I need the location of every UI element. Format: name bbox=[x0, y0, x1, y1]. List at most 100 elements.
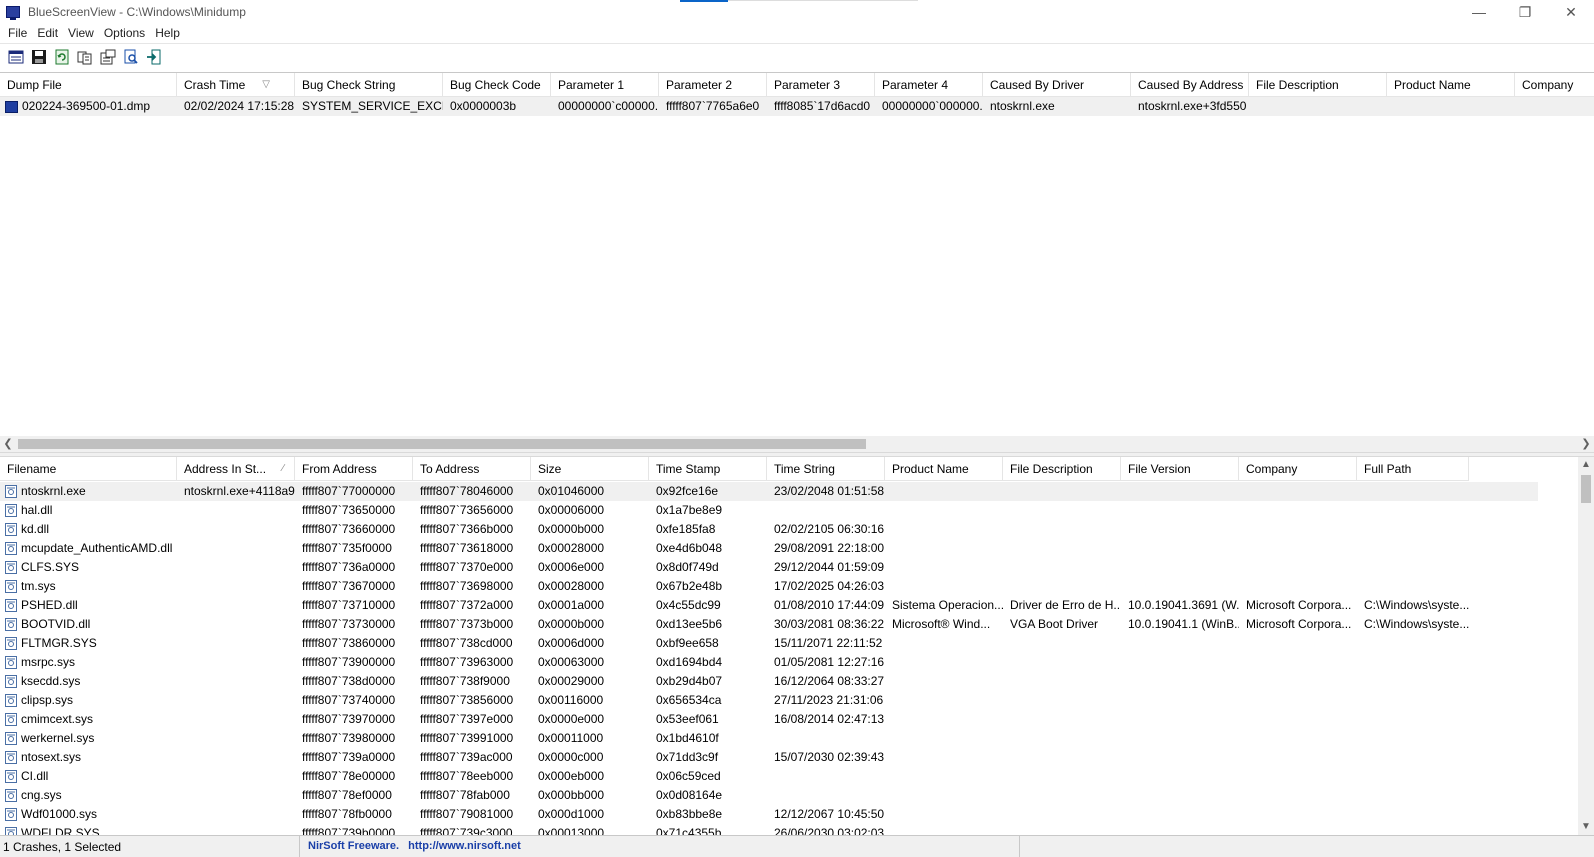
full-path-cell bbox=[1357, 539, 1469, 558]
driver-row[interactable]: werkernel.sys fffff807`73980000 fffff807`7… bbox=[0, 729, 1538, 748]
exit-icon[interactable] bbox=[144, 47, 164, 67]
column-product-name[interactable]: Product Name bbox=[1387, 73, 1515, 97]
driver-row[interactable]: CI.dll fffff807`78e00000 fffff807`78eeb000… bbox=[0, 767, 1538, 786]
horizontal-scroll-thumb[interactable] bbox=[18, 439, 866, 449]
menu-view[interactable]: View bbox=[64, 26, 98, 40]
restore-button[interactable]: ❐ bbox=[1502, 0, 1548, 24]
to-address-cell: fffff807`78fab000 bbox=[420, 788, 510, 802]
column-caused-by-address[interactable]: Caused By Address bbox=[1131, 73, 1249, 97]
driver-filename: WDFLDR.SYS bbox=[21, 826, 100, 835]
driver-row[interactable]: PSHED.dll fffff807`73710000 fffff807`7372a… bbox=[0, 596, 1538, 615]
crash-list[interactable]: Dump File Crash Time ▽ Bug Check String … bbox=[0, 72, 1594, 450]
save-icon[interactable] bbox=[29, 47, 49, 67]
product-name-cell bbox=[885, 520, 1003, 539]
column-time-string[interactable]: Time String bbox=[767, 457, 885, 481]
column-parameter-4[interactable]: Parameter 4 bbox=[875, 73, 983, 97]
filename-cell: ksecdd.sys bbox=[0, 672, 177, 691]
vendor-link[interactable]: http://www.nirsoft.net bbox=[408, 840, 521, 852]
menu-file[interactable]: File bbox=[4, 26, 31, 40]
column-company[interactable]: Company bbox=[1515, 73, 1594, 97]
menu-options[interactable]: Options bbox=[100, 26, 149, 40]
column-time-stamp[interactable]: Time Stamp bbox=[649, 457, 767, 481]
driver-row[interactable]: clipsp.sys fffff807`73740000 fffff807`7385… bbox=[0, 691, 1538, 710]
driver-row[interactable]: Wdf01000.sys fffff807`78fb0000 fffff807`79… bbox=[0, 805, 1538, 824]
driver-row[interactable]: msrpc.sys fffff807`73900000 fffff807`73963… bbox=[0, 653, 1538, 672]
size-cell: 0x00063000 bbox=[538, 655, 605, 669]
horizontal-scrollbar[interactable]: ❮ ❯ bbox=[0, 436, 1594, 452]
column-size[interactable]: Size bbox=[531, 457, 649, 481]
scroll-left-icon[interactable]: ❮ bbox=[0, 436, 16, 452]
column-crash-time[interactable]: Crash Time ▽ bbox=[177, 73, 295, 97]
crash-time-cell: 02/02/2024 17:15:28 bbox=[184, 99, 295, 113]
column-parameter-1[interactable]: Parameter 1 bbox=[551, 73, 659, 97]
from-address-cell: fffff807`73730000 bbox=[302, 617, 396, 631]
column-bug-check-code[interactable]: Bug Check Code bbox=[443, 73, 551, 97]
driver-row[interactable]: ksecdd.sys fffff807`738d0000 fffff807`738f… bbox=[0, 672, 1538, 691]
size-cell: 0x000d1000 bbox=[538, 807, 605, 821]
vendor-label: NirSoft Freeware. bbox=[308, 839, 400, 852]
column-from-address[interactable]: From Address bbox=[295, 457, 413, 481]
driver-row[interactable]: tm.sys fffff807`73670000 fffff807`73698000… bbox=[0, 577, 1538, 596]
column-address-in-stack[interactable]: Address In St... ∕ bbox=[177, 457, 295, 481]
driver-row[interactable]: BOOTVID.dll fffff807`73730000 fffff807`737… bbox=[0, 615, 1538, 634]
advanced-options-icon[interactable] bbox=[98, 47, 118, 67]
column-company[interactable]: Company bbox=[1239, 457, 1357, 481]
driver-row[interactable]: kd.dll fffff807`73660000 fffff807`7366b000… bbox=[0, 520, 1538, 539]
toolbar bbox=[0, 43, 1594, 69]
filename-cell: CI.dll bbox=[0, 767, 177, 786]
driver-list[interactable]: Filename Address In St... ∕ From Address… bbox=[0, 457, 1594, 835]
address-in-stack-cell bbox=[177, 539, 295, 558]
driver-row[interactable]: FLTMGR.SYS fffff807`73860000 fffff807`738c… bbox=[0, 634, 1538, 653]
driver-row[interactable]: cmimcext.sys fffff807`73970000 fffff807`73… bbox=[0, 710, 1538, 729]
column-dump-file[interactable]: Dump File bbox=[0, 73, 177, 97]
file-version-cell bbox=[1121, 824, 1239, 835]
driver-row[interactable]: mcupdate_AuthenticAMD.dll fffff807`735f00… bbox=[0, 539, 1538, 558]
scroll-right-icon[interactable]: ❯ bbox=[1578, 436, 1594, 452]
vertical-scrollbar[interactable]: ▲ ▼ bbox=[1578, 457, 1594, 835]
column-file-version[interactable]: File Version bbox=[1121, 457, 1239, 481]
file-description-cell bbox=[1003, 558, 1121, 577]
column-parameter-3[interactable]: Parameter 3 bbox=[767, 73, 875, 97]
caused-by-driver-cell: ntoskrnl.exe bbox=[990, 99, 1055, 113]
filename-cell: CLFS.SYS bbox=[0, 558, 177, 577]
file-version-cell bbox=[1121, 710, 1239, 729]
file-version-cell bbox=[1121, 748, 1239, 767]
column-caused-by-driver[interactable]: Caused By Driver bbox=[983, 73, 1131, 97]
driver-row[interactable]: WDFLDR.SYS fffff807`739b0000 fffff807`739c… bbox=[0, 824, 1538, 835]
file-version-cell bbox=[1121, 558, 1239, 577]
column-parameter-2[interactable]: Parameter 2 bbox=[659, 73, 767, 97]
column-filename[interactable]: Filename bbox=[0, 457, 177, 481]
size-cell: 0x0000e000 bbox=[538, 712, 605, 726]
column-file-description[interactable]: File Description bbox=[1249, 73, 1387, 97]
scroll-down-icon[interactable]: ▼ bbox=[1578, 819, 1594, 835]
menu-edit[interactable]: Edit bbox=[33, 26, 62, 40]
column-product-name[interactable]: Product Name bbox=[885, 457, 1003, 481]
find-icon[interactable] bbox=[121, 47, 141, 67]
menu-help[interactable]: Help bbox=[151, 26, 184, 40]
minimize-button[interactable]: — bbox=[1456, 0, 1502, 24]
driver-row[interactable]: hal.dll fffff807`73650000 fffff807`7365600… bbox=[0, 501, 1538, 520]
driver-row[interactable]: ntoskrnl.exe ntoskrnl.exe+4118a9 fffff807`… bbox=[0, 482, 1538, 501]
driver-filename: ntosext.sys bbox=[21, 750, 82, 764]
company-cell: Microsoft Corpora... bbox=[1246, 598, 1352, 612]
column-file-description[interactable]: File Description bbox=[1003, 457, 1121, 481]
from-address-cell: fffff807`73660000 bbox=[302, 522, 396, 536]
driver-row[interactable]: CLFS.SYS fffff807`736a0000 fffff807`7370e0… bbox=[0, 558, 1538, 577]
column-to-address[interactable]: To Address bbox=[413, 457, 531, 481]
driver-row[interactable]: cng.sys fffff807`78ef0000 fffff807`78fab00… bbox=[0, 786, 1538, 805]
close-button[interactable]: ✕ bbox=[1548, 0, 1594, 24]
company-cell bbox=[1239, 729, 1357, 748]
copy-icon[interactable] bbox=[75, 47, 95, 67]
vertical-scroll-thumb[interactable] bbox=[1581, 475, 1591, 503]
refresh-icon[interactable] bbox=[52, 47, 72, 67]
crash-row[interactable]: 020224-369500-01.dmp 02/02/2024 17:15:28… bbox=[0, 97, 1594, 116]
driver-row[interactable]: ntosext.sys fffff807`739a0000 fffff807`739… bbox=[0, 748, 1538, 767]
column-full-path[interactable]: Full Path bbox=[1357, 457, 1469, 481]
scroll-up-icon[interactable]: ▲ bbox=[1578, 457, 1594, 473]
file-description-cell: VGA Boot Driver bbox=[1010, 617, 1099, 631]
time-string-cell: 27/11/2023 21:31:06 bbox=[774, 693, 884, 707]
column-bug-check-string[interactable]: Bug Check String bbox=[295, 73, 443, 97]
driver-filename: FLTMGR.SYS bbox=[21, 636, 97, 650]
address-in-stack-cell bbox=[177, 520, 295, 539]
properties-icon[interactable] bbox=[6, 47, 26, 67]
